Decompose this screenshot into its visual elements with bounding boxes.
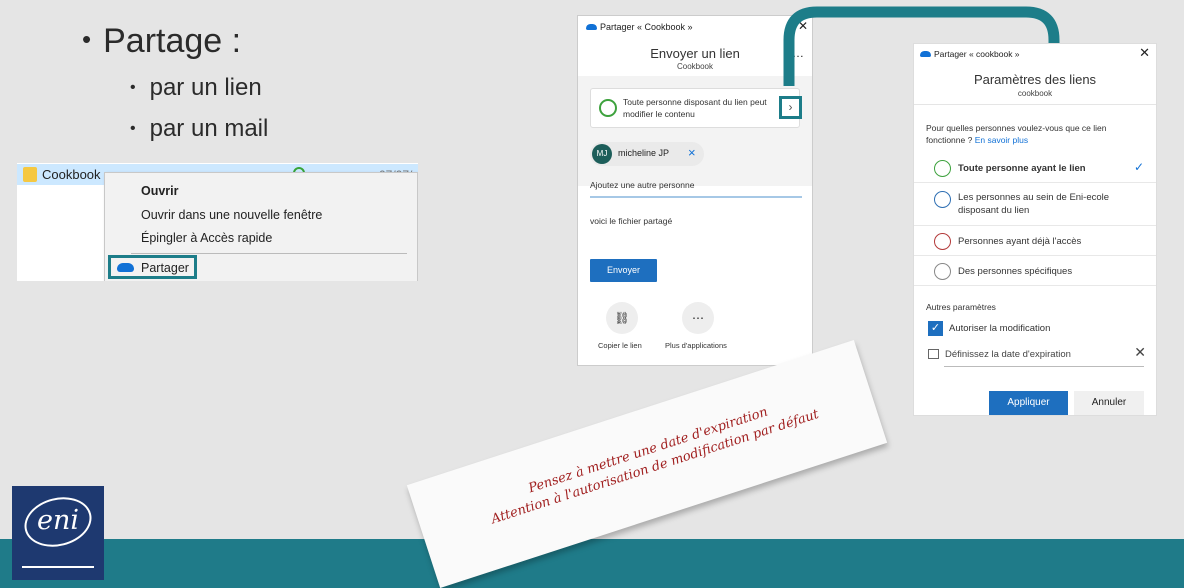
onedrive-cloud-icon bbox=[920, 51, 931, 57]
cancel-button[interactable]: Annuler bbox=[1074, 391, 1144, 415]
divider bbox=[914, 104, 1156, 105]
person-icon bbox=[934, 263, 951, 280]
logo-text: eni bbox=[36, 505, 79, 536]
logo-underline bbox=[22, 566, 94, 568]
audience-question: Pour quelles personnes voulez-vous que c… bbox=[926, 122, 1146, 146]
allow-edit-label: Autoriser la modification bbox=[949, 323, 1051, 334]
close-icon[interactable]: ✕ bbox=[1139, 45, 1150, 61]
clear-expiration-icon[interactable]: ✕ bbox=[1134, 344, 1146, 361]
option-anyone-label: Toute personne ayant le lien bbox=[958, 163, 1086, 174]
settings-subheading: cookbook bbox=[1017, 89, 1053, 98]
footer-bar bbox=[0, 539, 1184, 588]
settings-heading: Paramètres des liens bbox=[973, 72, 1097, 87]
option-organization[interactable]: Les personnes au sein de Eni-ecole dispo… bbox=[914, 184, 1156, 226]
option-specific-people[interactable]: Des personnes spécifiques bbox=[914, 256, 1156, 286]
other-settings-heading: Autres paramètres bbox=[926, 302, 996, 312]
input-underline bbox=[944, 366, 1144, 367]
option-existing-access-label: Personnes ayant déjà l'accès bbox=[958, 236, 1082, 247]
check-icon: ✓ bbox=[1133, 160, 1144, 174]
eni-logo: eni bbox=[12, 486, 104, 580]
option-organization-label: Les personnes au sein de Eni-ecole dispo… bbox=[958, 192, 1110, 216]
globe-icon bbox=[934, 160, 951, 177]
people-icon bbox=[934, 233, 951, 250]
learn-more-link[interactable]: En savoir plus bbox=[975, 135, 1028, 145]
link-settings-dialog: Partager « cookbook » ✕ Paramètres des l… bbox=[913, 43, 1157, 416]
settings-title-text: Partager « cookbook » bbox=[934, 49, 1020, 59]
option-existing-access[interactable]: Personnes ayant déjà l'accès bbox=[914, 226, 1156, 256]
settings-title: Partager « cookbook » bbox=[920, 49, 1020, 59]
allow-edit-checkbox[interactable]: ✓ bbox=[928, 321, 943, 336]
option-specific-people-label: Des personnes spécifiques bbox=[958, 266, 1073, 277]
apply-button[interactable]: Appliquer bbox=[989, 391, 1068, 415]
expiration-date-field[interactable]: Définissez la date d'expiration bbox=[945, 349, 1071, 360]
building-icon bbox=[934, 191, 951, 208]
option-anyone[interactable]: Toute personne ayant le lien ✓ bbox=[914, 153, 1156, 183]
calendar-icon bbox=[928, 349, 939, 359]
